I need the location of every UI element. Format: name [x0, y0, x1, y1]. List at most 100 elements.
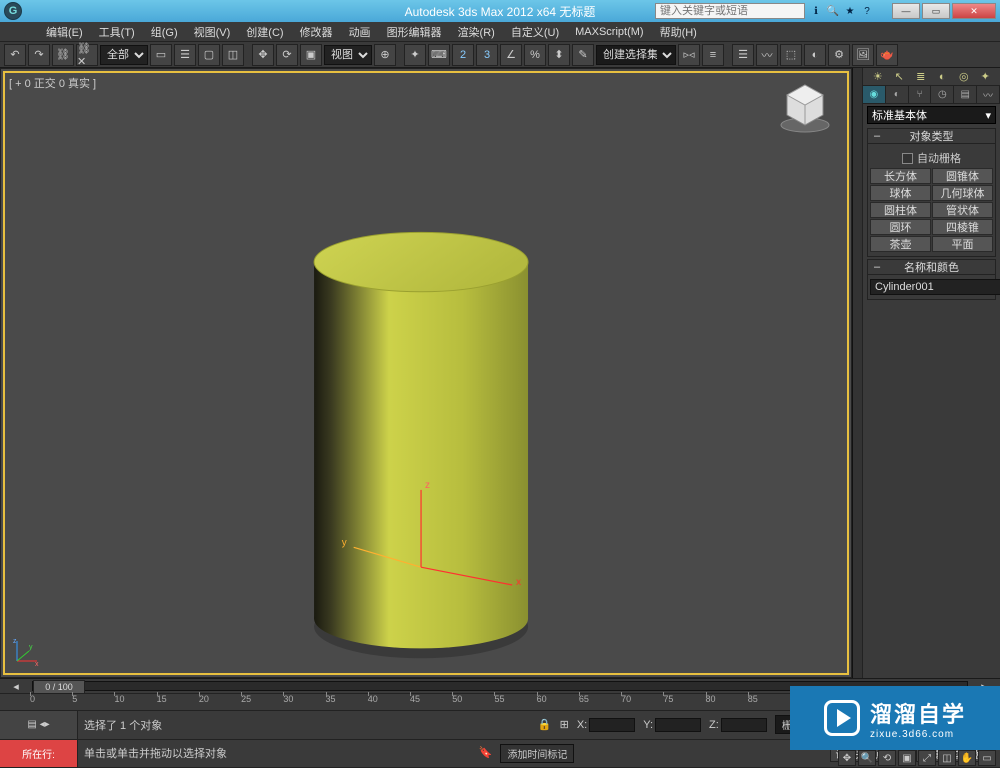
menu-create[interactable]: 创建(C): [238, 22, 291, 42]
prim-box[interactable]: 长方体: [870, 168, 931, 184]
schematic-button[interactable]: ⬚: [780, 44, 802, 66]
menu-edit[interactable]: 编辑(E): [38, 22, 91, 42]
favorite-icon[interactable]: ★: [843, 4, 857, 18]
nav-zoom-icon[interactable]: 🔍: [858, 750, 876, 766]
object-name-input[interactable]: [870, 279, 1000, 295]
time-slider-thumb[interactable]: 0 / 100: [33, 680, 85, 694]
location-label[interactable]: 所在行:: [0, 740, 77, 768]
rotate-button[interactable]: ⟳: [276, 44, 298, 66]
panel-icon-sun[interactable]: ☀: [871, 70, 885, 84]
rollout-object-type[interactable]: –对象类型: [867, 128, 996, 144]
add-time-marker[interactable]: 添加时间标记: [500, 744, 574, 763]
menu-modifiers[interactable]: 修改器: [292, 22, 341, 42]
viewport-scrollbar[interactable]: [852, 68, 862, 678]
lock-selection-icon[interactable]: 🔒: [538, 718, 552, 732]
tab-utilities[interactable]: 〰: [977, 86, 1000, 103]
help-search-input[interactable]: [655, 3, 805, 19]
key-left-icon[interactable]: ◂: [6, 680, 26, 693]
panel-icon-pick[interactable]: ↖: [892, 70, 906, 84]
prim-cone[interactable]: 圆锥体: [932, 168, 993, 184]
menu-grapheditors[interactable]: 图形编辑器: [379, 22, 450, 42]
menu-customize[interactable]: 自定义(U): [503, 22, 567, 42]
prim-plane[interactable]: 平面: [932, 236, 993, 252]
layers-button[interactable]: ☰: [732, 44, 754, 66]
move-button[interactable]: ✥: [252, 44, 274, 66]
viewport-label[interactable]: [ + 0 正交 0 真实 ]: [9, 75, 96, 91]
snap-2d-button[interactable]: 2: [452, 44, 474, 66]
category-dropdown[interactable]: 标准基本体▾: [867, 106, 996, 124]
tab-hierarchy[interactable]: ⑂: [909, 86, 932, 103]
prim-teapot[interactable]: 茶壶: [870, 236, 931, 252]
prim-torus[interactable]: 圆环: [870, 219, 931, 235]
snap-3d-button[interactable]: 3: [476, 44, 498, 66]
scale-button[interactable]: ▣: [300, 44, 322, 66]
align-button[interactable]: ≡: [702, 44, 724, 66]
minilistener-icon[interactable]: ▤ ◂▸: [0, 711, 77, 740]
select-manipulate-button[interactable]: ✦: [404, 44, 426, 66]
ref-coord-dropdown[interactable]: 视图: [324, 45, 372, 65]
tab-motion[interactable]: ◷: [931, 86, 954, 103]
help-icon[interactable]: ?: [860, 4, 874, 18]
coord-z-input[interactable]: [721, 718, 767, 732]
maximize-button[interactable]: ▭: [922, 3, 950, 19]
select-object-button[interactable]: ▭: [150, 44, 172, 66]
nav-maximize-icon[interactable]: ▣: [898, 750, 916, 766]
coord-y-input[interactable]: [655, 718, 701, 732]
selection-filter[interactable]: 全部: [100, 45, 148, 65]
prim-tube[interactable]: 管状体: [932, 202, 993, 218]
link-button[interactable]: ⛓: [52, 44, 74, 66]
nav-fov-icon[interactable]: ◫: [938, 750, 956, 766]
viewport[interactable]: x y z [ + 0 正交 0 真实 ] x z y: [0, 68, 852, 678]
nav-pan-icon[interactable]: ✥: [838, 750, 856, 766]
prim-pyramid[interactable]: 四棱锥: [932, 219, 993, 235]
render-frame-button[interactable]: 🖼: [852, 44, 874, 66]
nav-min-icon[interactable]: ▭: [978, 750, 996, 766]
select-region-button[interactable]: ▢: [198, 44, 220, 66]
undo-button[interactable]: ↶: [4, 44, 26, 66]
panel-icon-light[interactable]: ◐: [935, 70, 949, 84]
prim-geosphere[interactable]: 几何球体: [932, 185, 993, 201]
nav-orbit-icon[interactable]: ⟲: [878, 750, 896, 766]
spinner-snap-button[interactable]: ⬍: [548, 44, 570, 66]
search-icon[interactable]: 🔍: [826, 4, 840, 18]
nav-zoom-extents-icon[interactable]: ⤢: [918, 750, 936, 766]
percent-snap-button[interactable]: %: [524, 44, 546, 66]
tab-display[interactable]: ▤: [954, 86, 977, 103]
app-logo-icon[interactable]: G: [4, 2, 22, 20]
material-editor-button[interactable]: ◐: [804, 44, 826, 66]
menu-animation[interactable]: 动画: [341, 22, 379, 42]
panel-icon-render[interactable]: ◎: [957, 70, 971, 84]
menu-tools[interactable]: 工具(T): [91, 22, 143, 42]
select-name-button[interactable]: ☰: [174, 44, 196, 66]
named-selections-dropdown[interactable]: 创建选择集: [596, 45, 676, 65]
prim-cylinder[interactable]: 圆柱体: [870, 202, 931, 218]
window-crossing-button[interactable]: ◫: [222, 44, 244, 66]
angle-snap-button[interactable]: ∠: [500, 44, 522, 66]
menu-group[interactable]: 组(G): [143, 22, 186, 42]
pivot-button[interactable]: ⊕: [374, 44, 396, 66]
panel-icon-layers[interactable]: ≣: [914, 70, 928, 84]
minimize-button[interactable]: —: [892, 3, 920, 19]
menu-help[interactable]: 帮助(H): [652, 22, 705, 42]
menu-views[interactable]: 视图(V): [186, 22, 239, 42]
autogrid-checkbox[interactable]: [902, 153, 913, 164]
prim-sphere[interactable]: 球体: [870, 185, 931, 201]
panel-icon-fx[interactable]: ✦: [978, 70, 992, 84]
render-button[interactable]: 🫖: [876, 44, 898, 66]
tab-modify[interactable]: ◐: [886, 86, 909, 103]
menu-rendering[interactable]: 渲染(R): [450, 22, 503, 42]
coord-x-input[interactable]: [589, 718, 635, 732]
absolute-mode-icon[interactable]: ⊞: [560, 718, 569, 731]
render-setup-button[interactable]: ⚙: [828, 44, 850, 66]
tab-create[interactable]: ◉: [863, 86, 886, 103]
viewport-canvas[interactable]: x y z: [3, 71, 849, 675]
unlink-button[interactable]: ⛓✕: [76, 44, 98, 66]
edit-named-sel-button[interactable]: ✎: [572, 44, 594, 66]
menu-maxscript[interactable]: MAXScript(M): [567, 24, 651, 40]
time-tag-icon[interactable]: 🔖: [478, 746, 492, 760]
nav-pan2-icon[interactable]: ✋: [958, 750, 976, 766]
rollout-name-color[interactable]: –名称和颜色: [867, 259, 996, 275]
infocenter-icon[interactable]: ℹ: [809, 4, 823, 18]
curve-editor-button[interactable]: 〰: [756, 44, 778, 66]
close-button[interactable]: ✕: [952, 3, 996, 19]
